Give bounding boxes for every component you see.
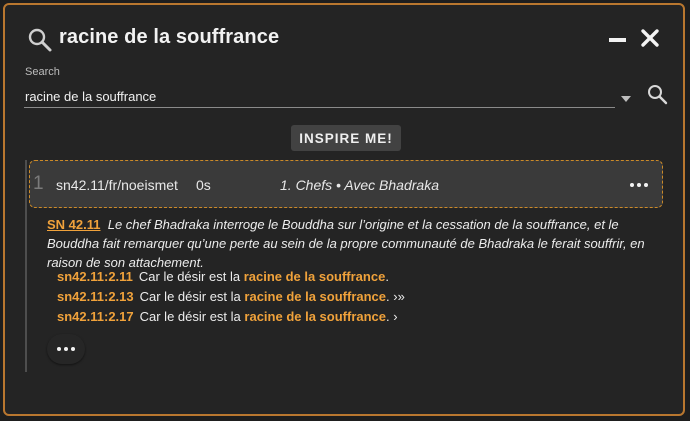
match-line: sn42.11:2.11 Car le désir est la racine d…: [57, 269, 389, 284]
match-text: Car le désir est la: [139, 289, 241, 304]
caret-down-icon: [621, 96, 631, 102]
close-icon: [641, 29, 659, 47]
inspire-me-button[interactable]: INSPIRE ME!: [291, 125, 401, 151]
search-button[interactable]: [646, 83, 668, 105]
more-horizontal-icon: [630, 183, 648, 187]
result-menu-button[interactable]: [628, 175, 650, 195]
result-title: 1. Chefs • Avec Bhadraka: [280, 177, 439, 193]
match-ref-link[interactable]: sn42.11:2.13: [57, 289, 134, 304]
match-ref-link[interactable]: sn42.11:2.17: [57, 309, 134, 324]
window-title: racine de la souffrance: [59, 26, 280, 48]
result-time: 0s: [196, 177, 211, 193]
match-line: sn42.11:2.17 Car le désir est la racine d…: [57, 309, 398, 324]
title-bar: racine de la souffrance: [5, 5, 683, 63]
match-highlight: racine de la souffrance: [244, 309, 387, 324]
result-id: sn42.11/fr/noeismet: [56, 177, 178, 193]
search-icon: [648, 85, 668, 105]
close-button[interactable]: [639, 27, 661, 49]
match-ref-link[interactable]: sn42.11:2.11: [57, 269, 133, 284]
search-panel: racine de la souffrance Search INSPIRE M…: [3, 3, 685, 416]
search-label: Search: [25, 66, 60, 78]
result-index: 1: [33, 173, 44, 194]
more-horizontal-icon: [57, 347, 75, 351]
show-more-button[interactable]: [47, 334, 85, 364]
match-highlight: racine de la souffrance: [244, 289, 387, 304]
dropdown-button[interactable]: [621, 89, 631, 102]
match-line: sn42.11:2.13 Car le désir est la racine d…: [57, 289, 405, 304]
results-divider: [25, 160, 27, 372]
match-text: Car le désir est la: [139, 309, 241, 324]
minimize-button[interactable]: [605, 29, 631, 49]
search-input[interactable]: [24, 85, 615, 108]
match-text: Car le désir est la: [138, 269, 241, 284]
result-header[interactable]: 1 sn42.11/fr/noeismet 0s 1. Chefs • Avec…: [29, 160, 663, 208]
match-suffix: . ›: [386, 309, 398, 324]
sutta-summary: Le chef Bhadraka interroge le Bouddha su…: [47, 217, 645, 270]
sutta-link[interactable]: SN 42.11: [47, 217, 101, 232]
sutta-summary-block: SN 42.11 Le chef Bhadraka interroge le B…: [47, 215, 659, 272]
match-suffix: . ›»: [386, 289, 405, 304]
search-icon: [27, 27, 53, 53]
minimize-icon: [609, 38, 626, 42]
match-suffix: .: [385, 269, 389, 284]
match-highlight: racine de la souffrance: [243, 269, 386, 284]
